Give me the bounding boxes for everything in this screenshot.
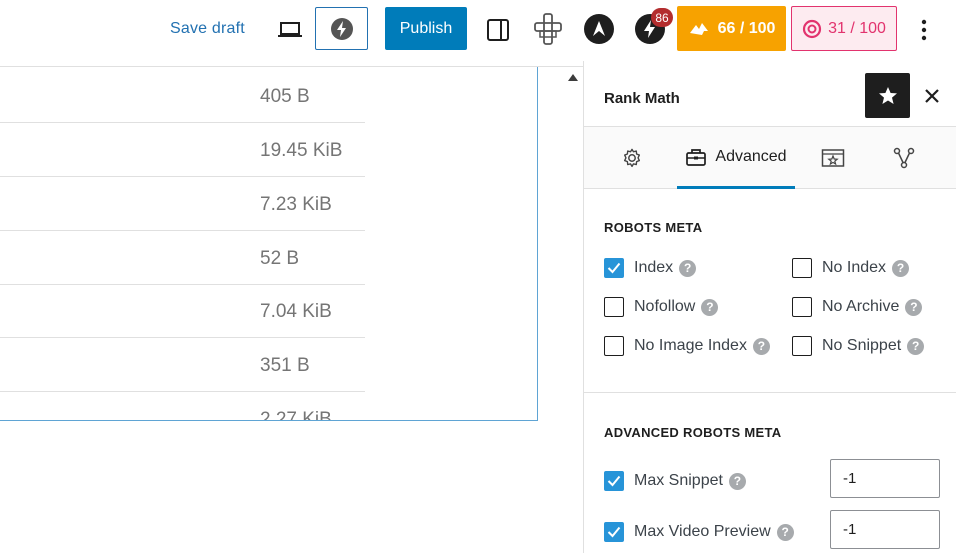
star-icon (878, 86, 897, 104)
max-video-preview-label: Max Video Preview (634, 523, 771, 540)
toolbox-icon (686, 148, 707, 166)
schema-icon (821, 149, 845, 167)
file-size: 19.45 KiB (260, 140, 343, 161)
close-sidebar-icon[interactable] (921, 85, 943, 107)
max-snippet-option[interactable]: Max Snippet? (604, 471, 746, 491)
scroll-up-arrow-icon[interactable] (567, 72, 579, 82)
table-row: 351 B (0, 338, 365, 392)
nosnippet-checkbox[interactable] (792, 336, 812, 356)
advanced-robots-meta-heading: ADVANCED ROBOTS META (604, 425, 782, 440)
nofollow-label: Nofollow (634, 298, 696, 315)
sidebar-title: Rank Math (604, 90, 680, 107)
file-size: 351 B (260, 355, 310, 376)
index-label: Index (634, 259, 674, 276)
social-share-icon (893, 147, 915, 169)
a-logo-icon[interactable] (584, 14, 614, 44)
help-icon[interactable]: ? (892, 259, 910, 277)
noimageindex-checkbox[interactable] (604, 336, 624, 356)
performance-lightning-button[interactable] (315, 7, 368, 50)
help-icon[interactable]: ? (679, 259, 697, 277)
seo-score-button[interactable]: 66 / 100 (677, 6, 786, 51)
robots-nosnippet-option[interactable]: No Snippet? (792, 336, 925, 356)
help-icon[interactable]: ? (776, 523, 794, 541)
max-video-preview-input[interactable]: -1 (830, 510, 940, 549)
nosnippet-label: No Snippet (822, 337, 902, 354)
table-row: 2.27 KiB (0, 392, 365, 421)
table-row: 52 B (0, 231, 365, 285)
robots-noarchive-option[interactable]: No Archive? (792, 297, 923, 317)
file-size: 405 B (260, 86, 310, 107)
tab-schema[interactable] (814, 127, 852, 189)
publish-button[interactable]: Publish (385, 7, 467, 50)
nofollow-checkbox[interactable] (604, 297, 624, 317)
max-snippet-checkbox[interactable] (604, 471, 624, 491)
noindex-checkbox[interactable] (792, 258, 812, 278)
file-size: 52 B (260, 248, 300, 269)
gear-icon (623, 148, 641, 168)
settings-sidebar-toggle-icon[interactable] (485, 17, 511, 43)
table-row: 7.04 KiB (0, 284, 365, 338)
notification-count-badge: 86 (651, 8, 673, 27)
help-icon[interactable]: ? (752, 337, 770, 355)
robots-nofollow-option[interactable]: Nofollow? (604, 297, 719, 317)
editor-canvas: 405 B 19.45 KiB 7.23 KiB 52 B 7.04 KiB 3… (0, 67, 584, 553)
rank-math-logo-icon (689, 22, 708, 35)
max-video-preview-checkbox[interactable] (604, 522, 624, 542)
pin-star-button[interactable] (865, 73, 910, 118)
noindex-label: No Index (822, 259, 887, 276)
index-checkbox[interactable] (604, 258, 624, 278)
noarchive-checkbox[interactable] (792, 297, 812, 317)
seo-score-value: 66 / 100 (717, 19, 776, 37)
noarchive-label: No Archive (822, 298, 900, 315)
file-size: 7.23 KiB (260, 194, 332, 215)
table-row: 405 B (0, 69, 365, 123)
content-ai-icon (802, 19, 822, 38)
content-score-value: 31 / 100 (828, 19, 886, 37)
laptop-preview-icon[interactable] (275, 17, 305, 43)
tab-advanced[interactable]: Advanced (677, 127, 795, 189)
sidebar-tabs: Advanced (584, 127, 956, 189)
tab-social[interactable] (884, 127, 924, 189)
noimageindex-label: No Image Index (634, 337, 747, 354)
save-draft-button[interactable]: Save draft (170, 20, 245, 38)
max-snippet-label: Max Snippet (634, 472, 723, 489)
tab-general[interactable] (614, 127, 650, 189)
content-score-button[interactable]: 31 / 100 (791, 6, 897, 51)
table-row: 7.23 KiB (0, 177, 365, 231)
editor-toolbar: Save draft Publish 86 66 / 100 31 / 100 (0, 0, 956, 61)
file-size: 2.27 KiB (260, 409, 332, 421)
help-icon[interactable]: ? (905, 298, 923, 316)
file-size: 7.04 KiB (260, 301, 332, 322)
table-row: 19.45 KiB (0, 123, 365, 177)
tab-advanced-label: Advanced (715, 147, 787, 165)
lightning-icon (330, 17, 353, 40)
more-options-icon[interactable] (914, 16, 934, 44)
plugin-plug-icon[interactable] (532, 12, 564, 46)
help-icon[interactable]: ? (728, 472, 746, 490)
robots-meta-heading: ROBOTS META (604, 220, 703, 235)
help-icon[interactable]: ? (701, 298, 719, 316)
max-snippet-input[interactable]: -1 (830, 459, 940, 498)
file-list-block[interactable]: 405 B 19.45 KiB 7.23 KiB 52 B 7.04 KiB 3… (0, 67, 538, 421)
robots-index-option[interactable]: Index? (604, 258, 697, 278)
max-video-preview-option[interactable]: Max Video Preview? (604, 522, 794, 542)
help-icon[interactable]: ? (907, 337, 925, 355)
robots-noimageindex-option[interactable]: No Image Index? (604, 336, 770, 356)
section-divider (584, 392, 956, 393)
robots-noindex-option[interactable]: No Index? (792, 258, 910, 278)
rank-math-sidebar: Rank Math Advanced ROBOTS META Index? No… (583, 61, 956, 553)
